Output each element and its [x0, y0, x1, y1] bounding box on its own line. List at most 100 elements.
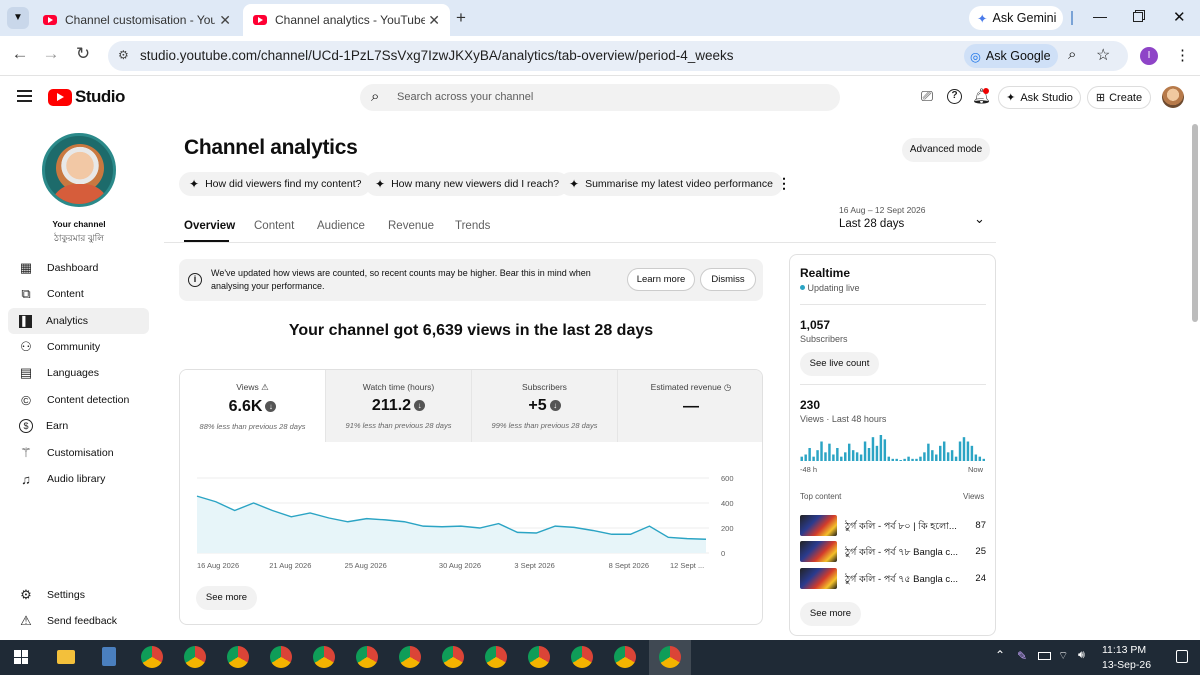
studio-logo[interactable]: Studio	[48, 87, 125, 107]
ask-gemini-button[interactable]: ✦ Ask Gemini	[969, 6, 1063, 30]
browser-menu-icon[interactable]: ⋮	[1175, 46, 1190, 64]
chrome-profile-icon[interactable]	[442, 646, 464, 668]
realtime-bar[interactable]	[828, 443, 831, 461]
realtime-bar[interactable]	[982, 458, 985, 461]
tab-content[interactable]: Content	[254, 220, 294, 232]
suggestion-chip-summarise[interactable]: ✦ Summarise my latest video performance	[559, 172, 783, 196]
chrome-profile-icon[interactable]	[659, 646, 681, 668]
metric-watch-time[interactable]: Watch time (hours) 211.2 ↓ 91% less than …	[326, 370, 472, 442]
realtime-bar[interactable]	[808, 448, 811, 461]
realtime-bar[interactable]	[966, 441, 970, 462]
ask-google-button[interactable]: ◎ Ask Google	[964, 44, 1058, 68]
top-content-item[interactable]: ঠুর্গ কলি - পর্ব ৮০ | কি হলো... 87	[800, 515, 986, 537]
sidebar-item-settings[interactable]: ⚙ Settings	[8, 582, 149, 608]
calculator-icon[interactable]	[102, 647, 116, 666]
clock-date[interactable]: 13-Sep-26	[1102, 659, 1151, 671]
channel-avatar[interactable]	[42, 133, 116, 207]
back-arrow-icon[interactable]: ←	[8, 44, 32, 64]
chrome-profile-icon[interactable]	[313, 646, 335, 668]
realtime-bar[interactable]	[804, 454, 807, 462]
restore-icon[interactable]	[1133, 12, 1143, 22]
realtime-bar[interactable]	[911, 458, 914, 461]
realtime-bar[interactable]	[844, 452, 847, 461]
chrome-profile-icon[interactable]	[399, 646, 421, 668]
advanced-mode-button[interactable]: Advanced mode	[902, 138, 990, 162]
realtime-bar[interactable]	[895, 458, 898, 461]
tab-audience[interactable]: Audience	[317, 220, 365, 232]
search-input[interactable]: ⌕ Search across your channel	[360, 84, 840, 111]
realtime-bar[interactable]	[855, 452, 859, 461]
realtime-bar[interactable]	[840, 456, 843, 461]
realtime-bar[interactable]	[939, 445, 942, 461]
top-content-item[interactable]: ঠুর্গ কলি - পর্ব ৭৮ Bangla c... 25	[800, 541, 986, 563]
realtime-bar[interactable]	[875, 445, 879, 461]
sidebar-item-customisation[interactable]: ⚚ Customisation	[8, 440, 149, 466]
chrome-icon[interactable]	[141, 646, 163, 668]
realtime-bar[interactable]	[958, 441, 962, 462]
ask-studio-button[interactable]: ✦ Ask Studio	[998, 86, 1081, 109]
forward-arrow-icon[interactable]: →	[39, 44, 63, 64]
realtime-bar[interactable]	[950, 450, 954, 461]
pen-icon[interactable]: ✎	[1017, 649, 1027, 663]
url-text[interactable]: studio.youtube.com/channel/UCd-1PzL7SsVx…	[140, 48, 734, 63]
realtime-bar[interactable]	[978, 456, 982, 461]
network-icon[interactable]: ⌔	[1058, 649, 1068, 663]
realtime-bar[interactable]	[836, 448, 839, 461]
realtime-bar[interactable]	[891, 458, 894, 461]
realtime-bar[interactable]	[923, 452, 926, 461]
dismiss-button[interactable]: Dismiss	[700, 268, 756, 291]
chrome-profile-icon[interactable]	[270, 646, 292, 668]
realtime-bar[interactable]	[883, 439, 887, 461]
sidebar-item-send-feedback[interactable]: ⚠ Send feedback	[8, 608, 149, 634]
realtime-bar[interactable]	[863, 441, 867, 462]
close-tab-icon[interactable]: ✕	[219, 12, 231, 29]
clock-time[interactable]: 11:13 PM	[1102, 644, 1146, 656]
page-scrollbar[interactable]	[1192, 124, 1198, 322]
realtime-bar[interactable]	[867, 448, 871, 461]
realtime-bar[interactable]	[907, 456, 910, 461]
create-button[interactable]: ⊞ Create	[1087, 86, 1151, 109]
realtime-bar[interactable]	[859, 454, 863, 462]
realtime-bar[interactable]	[832, 454, 835, 462]
realtime-bar[interactable]	[942, 441, 946, 462]
realtime-bar[interactable]	[903, 458, 906, 461]
sidebar-item-analytics[interactable]: ▌ Analytics	[8, 308, 149, 334]
realtime-bar[interactable]	[800, 456, 803, 461]
sidebar-item-community[interactable]: ⚇ Community	[8, 334, 149, 360]
see-live-count-button[interactable]: See live count	[800, 352, 879, 376]
realtime-bar[interactable]	[812, 456, 815, 461]
feedback-icon[interactable]: ⎚	[921, 88, 933, 105]
realtime-bar[interactable]	[970, 445, 974, 461]
profile-avatar[interactable]: I	[1140, 47, 1158, 65]
sidebar-item-earn[interactable]: $ Earn	[8, 413, 149, 439]
hamburger-menu-icon[interactable]	[17, 90, 32, 102]
tab-channel-customisation[interactable]: Channel customisation - YouTube Studio ✕	[33, 4, 241, 36]
sidebar-item-languages[interactable]: ▤ Languages	[8, 360, 149, 386]
metric-estimated-revenue[interactable]: Estimated revenue ◷ —	[618, 370, 762, 442]
realtime-bar[interactable]	[887, 456, 891, 461]
realtime-bar[interactable]	[954, 456, 958, 461]
realtime-bar[interactable]	[927, 443, 930, 461]
sidebar-item-audio-library[interactable]: ♫ Audio library	[8, 466, 149, 492]
volume-icon[interactable]: 🔊︎	[1078, 649, 1085, 662]
realtime-bar[interactable]	[935, 454, 938, 462]
realtime-bar[interactable]	[824, 452, 827, 461]
realtime-bar[interactable]	[919, 456, 922, 461]
metric-subscribers[interactable]: Subscribers +5 ↓ 99% less than previous 2…	[472, 370, 618, 442]
sidebar-item-content[interactable]: ⧉ Content	[8, 281, 149, 307]
notifications-icon[interactable]	[1176, 650, 1188, 663]
realtime-bar[interactable]	[899, 460, 902, 461]
tab-revenue[interactable]: Revenue	[388, 220, 434, 232]
chrome-profile-icon[interactable]	[528, 646, 550, 668]
learn-more-button[interactable]: Learn more	[627, 268, 695, 291]
new-tab-button[interactable]: +	[456, 8, 466, 28]
close-tab-icon[interactable]: ✕	[428, 12, 440, 29]
reload-icon[interactable]: ↻	[71, 44, 95, 64]
chrome-profile-icon[interactable]	[356, 646, 378, 668]
address-bar[interactable]: ⚙ studio.youtube.com/channel/UCd-1PzL7Ss…	[108, 41, 1128, 71]
tab-search-button[interactable]: ▼	[7, 7, 29, 29]
realtime-bar[interactable]	[879, 435, 883, 461]
chrome-profile-icon[interactable]	[227, 646, 249, 668]
chrome-profile-icon[interactable]	[571, 646, 593, 668]
metric-views[interactable]: Views ⚠ 6.6K ↓ 88% less than previous 28 …	[180, 370, 326, 442]
